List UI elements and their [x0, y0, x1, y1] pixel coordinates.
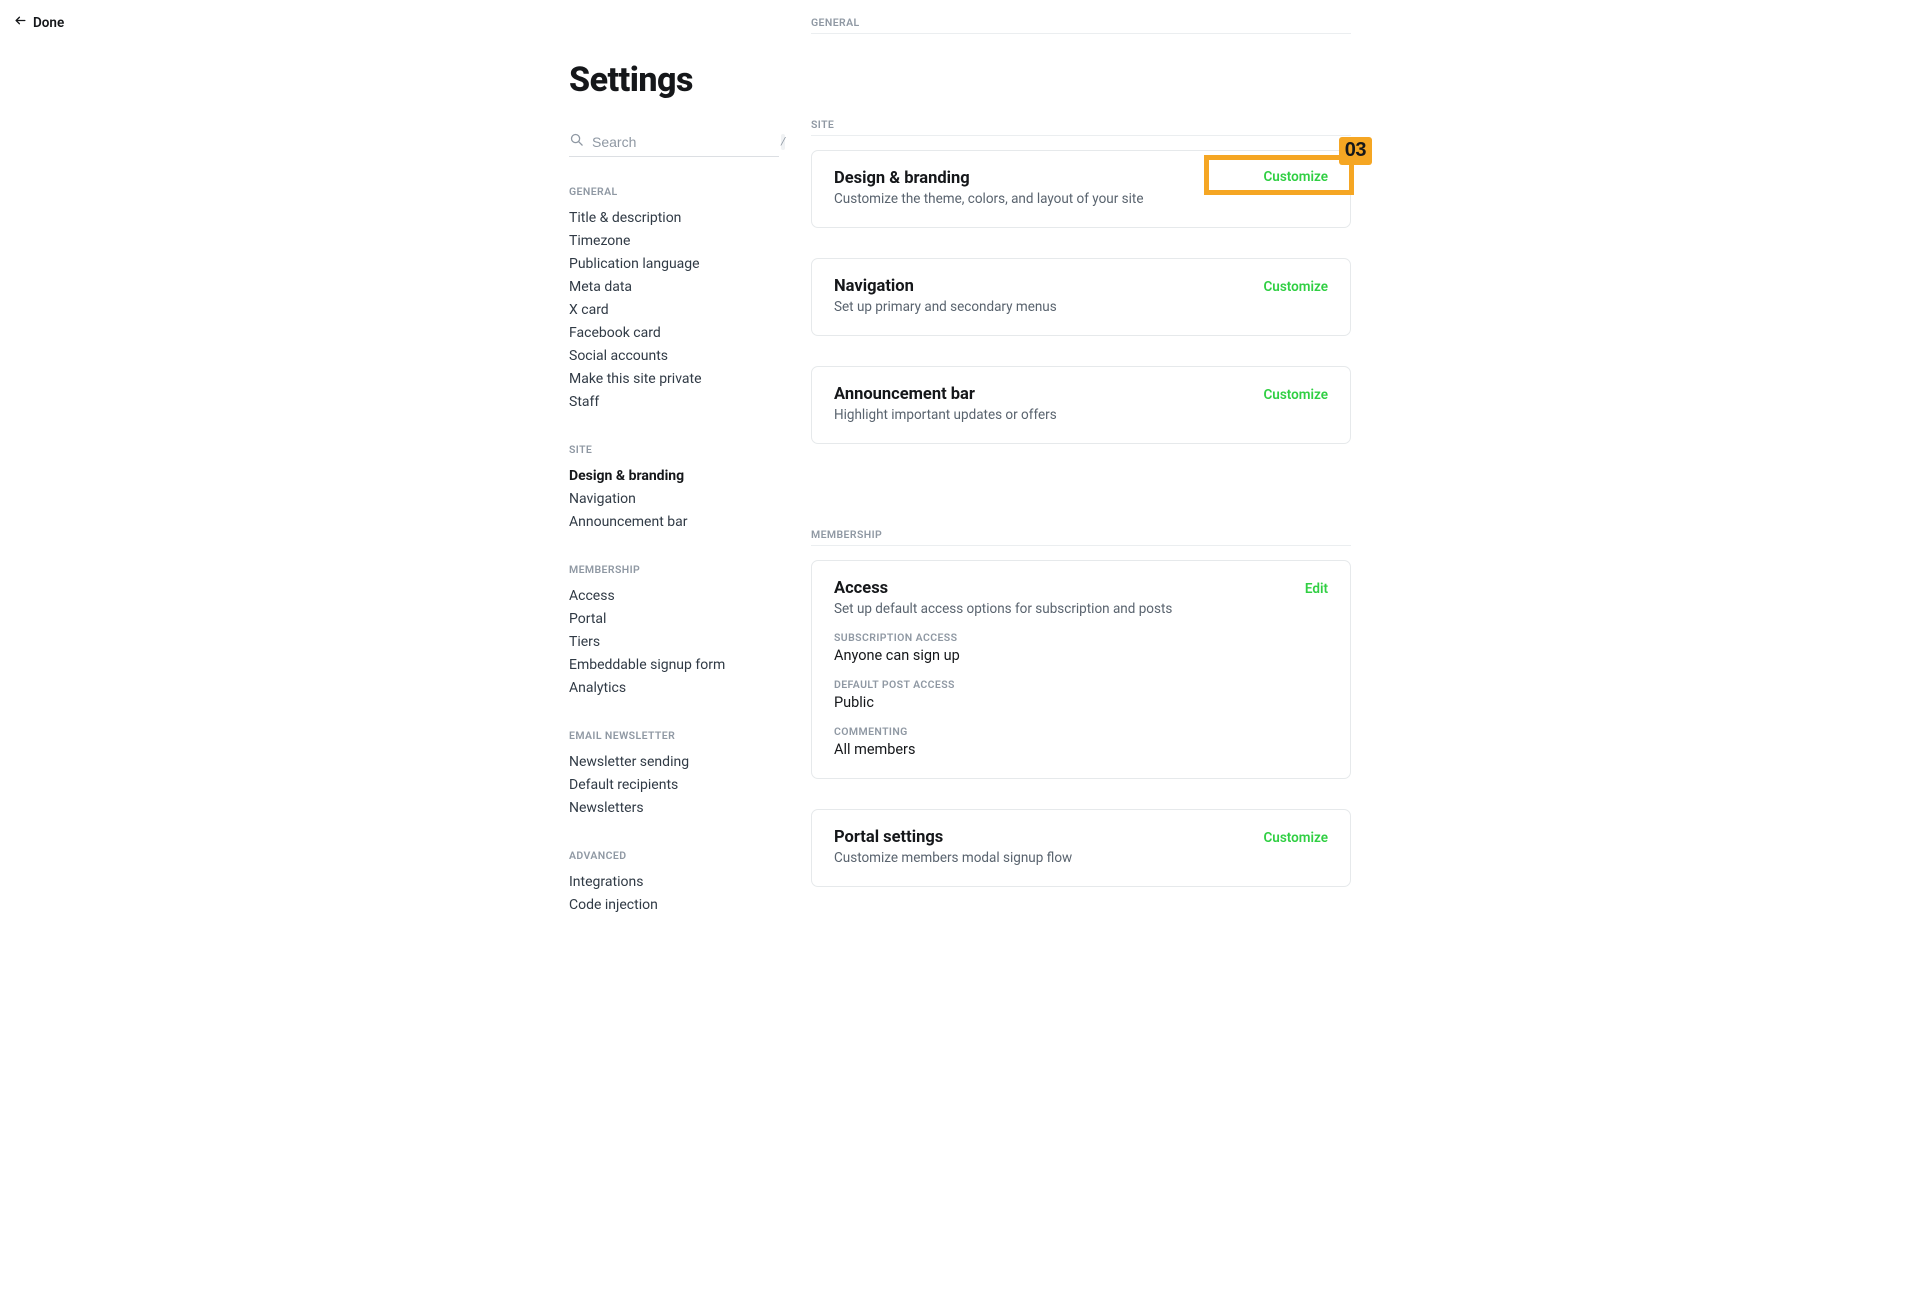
field-value: Anyone can sign up [834, 647, 1328, 664]
card-title: Portal settings [834, 828, 1072, 847]
card-title: Announcement bar [834, 385, 1057, 404]
card-navigation: Navigation Set up primary and secondary … [811, 258, 1351, 336]
nav-code-injection[interactable]: Code injection [569, 893, 779, 916]
access-field: COMMENTING All members [834, 725, 1328, 758]
field-value: All members [834, 741, 1328, 758]
card-title: Design & branding [834, 169, 1143, 188]
nav-heading: SITE [569, 443, 779, 456]
nav-x-card[interactable]: X card [569, 298, 779, 321]
nav-make-private[interactable]: Make this site private [569, 367, 779, 390]
card-desc: Customize the theme, colors, and layout … [834, 191, 1143, 207]
card-announcement-bar: Announcement bar Highlight important upd… [811, 366, 1351, 444]
done-label: Done [33, 15, 64, 31]
customize-design-button[interactable]: Customize [1263, 167, 1328, 185]
customize-portal-button[interactable]: Customize [1263, 828, 1328, 846]
section-label-general: GENERAL [811, 16, 1351, 34]
nav-heading: MEMBERSHIP [569, 563, 779, 576]
nav-tiers[interactable]: Tiers [569, 630, 779, 653]
nav-meta-data[interactable]: Meta data [569, 275, 779, 298]
card-portal-settings: Portal settings Customize members modal … [811, 809, 1351, 887]
arrow-left-icon [14, 14, 27, 31]
nav-analytics[interactable]: Analytics [569, 676, 779, 699]
access-field: SUBSCRIPTION ACCESS Anyone can sign up [834, 631, 1328, 664]
card-desc: Customize members modal signup flow [834, 850, 1072, 866]
settings-sidebar: Settings / GENERAL Title & descriptionTim… [569, 60, 779, 946]
settings-main: GENERAL SITE Design & branding Customize… [811, 60, 1351, 946]
card-desc: Set up default access options for subscr… [834, 601, 1172, 617]
field-label: DEFAULT POST ACCESS [834, 678, 1328, 691]
nav-access[interactable]: Access [569, 584, 779, 607]
nav-integrations[interactable]: Integrations [569, 870, 779, 893]
search-shortcut-hint: / [781, 134, 785, 150]
access-field: DEFAULT POST ACCESS Public [834, 678, 1328, 711]
nav-timezone[interactable]: Timezone [569, 229, 779, 252]
section-label-site: SITE [811, 118, 1351, 136]
card-design-branding: Design & branding Customize the theme, c… [811, 150, 1351, 228]
annotation-number: 03 [1339, 137, 1372, 165]
search-input[interactable] [592, 134, 773, 150]
nav-design-branding[interactable]: Design & branding [569, 464, 779, 487]
card-desc: Set up primary and secondary menus [834, 299, 1057, 315]
nav-navigation[interactable]: Navigation [569, 487, 779, 510]
edit-access-button[interactable]: Edit [1305, 579, 1328, 597]
nav-heading: ADVANCED [569, 849, 779, 862]
nav-announcement-bar[interactable]: Announcement bar [569, 510, 779, 533]
nav-heading: GENERAL [569, 185, 779, 198]
field-label: COMMENTING [834, 725, 1328, 738]
field-label: SUBSCRIPTION ACCESS [834, 631, 1328, 644]
field-value: Public [834, 694, 1328, 711]
nav-newsletter-sending[interactable]: Newsletter sending [569, 750, 779, 773]
nav-staff[interactable]: Staff [569, 390, 779, 413]
page-title: Settings [569, 60, 779, 100]
card-access: Access Set up default access options for… [811, 560, 1351, 779]
search-field[interactable]: / [569, 128, 779, 157]
card-title: Navigation [834, 277, 1057, 296]
nav-title-description[interactable]: Title & description [569, 206, 779, 229]
nav-embeddable-signup[interactable]: Embeddable signup form [569, 653, 779, 676]
nav-newsletters[interactable]: Newsletters [569, 796, 779, 819]
section-label-membership: MEMBERSHIP [811, 528, 1351, 546]
nav-social-accounts[interactable]: Social accounts [569, 344, 779, 367]
card-desc: Highlight important updates or offers [834, 407, 1057, 423]
nav-heading: EMAIL NEWSLETTER [569, 729, 779, 742]
nav-facebook-card[interactable]: Facebook card [569, 321, 779, 344]
search-icon [569, 132, 584, 151]
done-button[interactable]: Done [14, 14, 64, 31]
customize-announcement-button[interactable]: Customize [1263, 385, 1328, 403]
customize-navigation-button[interactable]: Customize [1263, 277, 1328, 295]
card-title: Access [834, 579, 1172, 598]
nav-default-recipients[interactable]: Default recipients [569, 773, 779, 796]
nav-publication-language[interactable]: Publication language [569, 252, 779, 275]
nav-portal[interactable]: Portal [569, 607, 779, 630]
